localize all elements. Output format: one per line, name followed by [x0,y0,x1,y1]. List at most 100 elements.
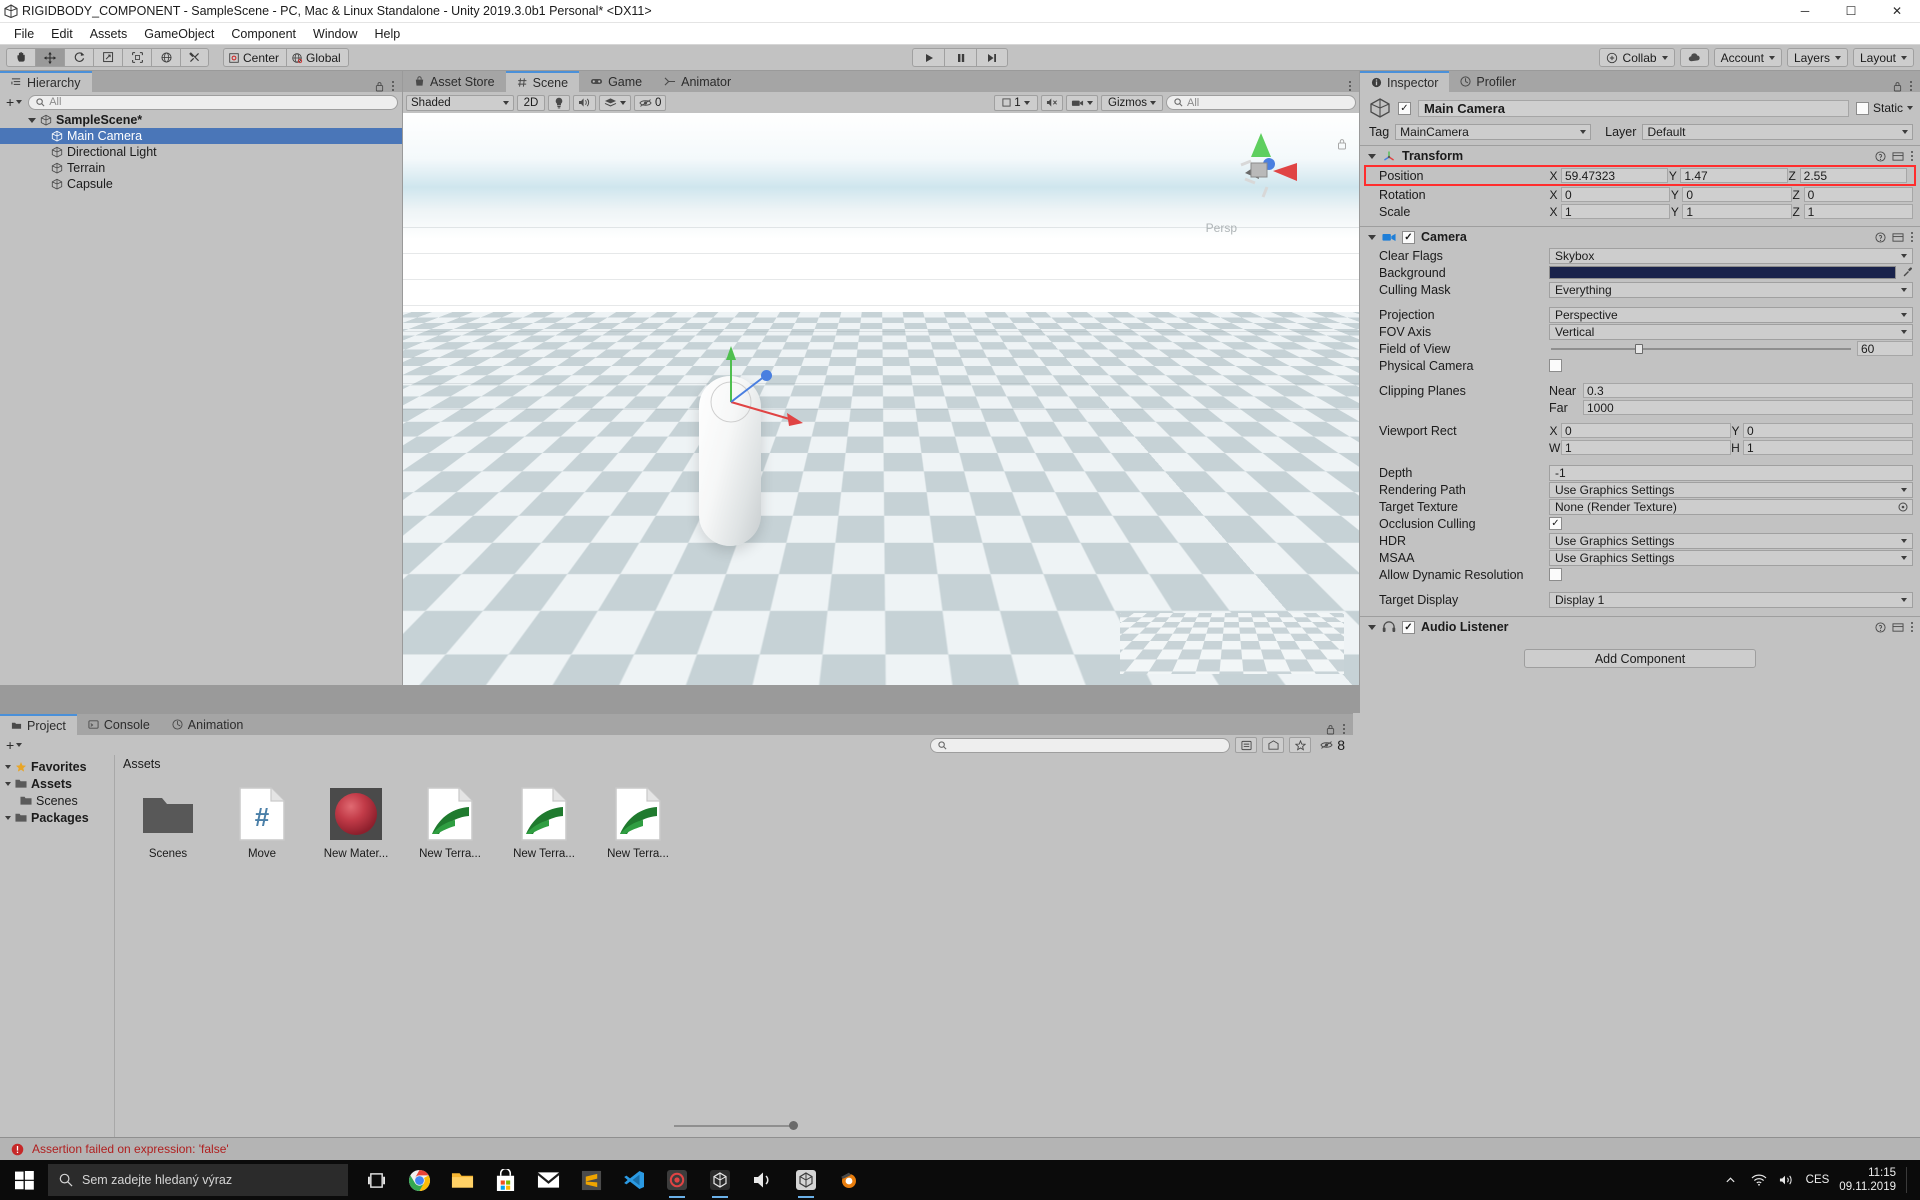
tree-item-scenes[interactable]: Scenes [0,792,114,809]
unity-editor-icon[interactable] [786,1160,826,1200]
network-icon[interactable] [1750,1174,1768,1186]
recorder-icon[interactable] [657,1160,697,1200]
static-toggle[interactable]: Static [1855,101,1913,115]
volume-icon[interactable] [1778,1174,1796,1186]
viewport-h[interactable]: H 1 [1731,440,1913,455]
component-header-transform[interactable]: Transform [1360,145,1920,166]
clipping-near-control[interactable]: Near 0.3 [1549,383,1913,398]
allow-dynamic-resolution-control[interactable] [1549,568,1913,581]
scale-y[interactable]: Y 1 [1670,204,1792,219]
static-caret-icon[interactable] [1907,106,1913,110]
tab-console[interactable]: Console [76,714,161,735]
file-explorer-icon[interactable] [442,1160,482,1200]
audio-app-icon[interactable] [743,1160,783,1200]
viewport-xy[interactable]: X 0 Y 0 [1549,423,1913,438]
pivot-mode-button[interactable]: Center [223,48,287,67]
scene-audio-mute[interactable] [1041,94,1063,111]
allow-dynamic-resolution-checkbox[interactable] [1549,568,1562,581]
object-enabled-checkbox[interactable]: ✓ [1398,101,1411,115]
move-gizmo[interactable] [685,342,825,462]
transform-position-row[interactable]: Position X 59.47323 Y 1.47 Z 2.55 [1364,165,1916,186]
assets-caret-icon[interactable] [5,781,11,786]
asset-item-scenes[interactable]: Scenes [129,785,207,860]
position-x[interactable]: X 59.47323 [1549,168,1669,183]
position-x-input[interactable]: 59.47323 [1561,168,1669,183]
camera-viewport-rect-xy-row[interactable]: Viewport Rect X 0 Y 0 [1360,422,1920,439]
msaa-dropdown[interactable]: Use Graphics Settings [1549,549,1913,566]
status-bar[interactable]: Assertion failed on expression: 'false' [0,1137,1920,1160]
tree-item-assets[interactable]: Assets [0,775,114,792]
menu-assets[interactable]: Assets [82,25,136,43]
unity-hub-icon[interactable] [700,1160,740,1200]
position-z-input[interactable]: 2.55 [1799,168,1907,183]
camera-foldout-icon[interactable] [1368,234,1376,240]
scene-fx-dropdown[interactable] [599,94,631,111]
viewport-w-input[interactable]: 1 [1561,440,1731,455]
rotation-x-input[interactable]: 0 [1561,187,1671,202]
camera-fov-axis-row[interactable]: FOV Axis Vertical [1360,323,1920,340]
camera-field-of-view-row[interactable]: Field of View 60 [1360,340,1920,357]
object-name-input[interactable]: Main Camera [1418,99,1849,117]
play-button[interactable] [912,48,944,67]
transform-rotation-row[interactable]: Rotation X 0 Y 0 Z 0 [1360,186,1920,203]
scene-lighting-toggle[interactable] [548,94,570,111]
hierarchy-item-samplescene[interactable]: SampleScene* [0,112,402,128]
camera-viewport-rect-wh-row[interactable]: W 1 H 1 [1360,439,1920,456]
tree-item-favorites[interactable]: Favorites [0,758,114,775]
rect-tool-button[interactable] [122,48,151,67]
tab-profiler[interactable]: Profiler [1449,71,1528,92]
visual-studio-code-icon[interactable] [614,1160,654,1200]
rotation-y-input[interactable]: 0 [1682,187,1792,202]
transform-tool-button[interactable] [151,48,180,67]
scale-x[interactable]: X 1 [1549,204,1671,219]
clipping-far-input[interactable]: 1000 [1583,400,1913,415]
taskbar-search-input[interactable]: Sem zadejte hledaný výraz [48,1164,348,1196]
favorites-caret-icon[interactable] [5,764,11,769]
layer-dropdown[interactable]: Default [1642,124,1913,140]
audio-listener-foldout-icon[interactable] [1368,624,1376,630]
camera-depth-row[interactable]: Depth -1 [1360,464,1920,481]
blender-icon[interactable] [829,1160,869,1200]
scale-tool-button[interactable] [93,48,122,67]
scene-camera-gizmo[interactable] [1221,131,1301,211]
camera-rendering-path-row[interactable]: Rendering Path Use Graphics Settings [1360,481,1920,498]
close-button[interactable]: ✕ [1874,0,1920,23]
custom-tool-button[interactable] [180,48,209,67]
menu-component[interactable]: Component [223,25,304,43]
fov-axis-dropdown[interactable]: Vertical [1549,323,1913,340]
field-of-view-control[interactable]: 60 [1549,341,1913,356]
static-checkbox[interactable] [1855,101,1869,115]
packages-caret-icon[interactable] [5,815,11,820]
tab-inspector[interactable]: Inspector [1360,71,1450,92]
camera-target-texture-row[interactable]: Target Texture None (Render Texture) [1360,498,1920,515]
camera-clear-flags-row[interactable]: Clear Flags Skybox [1360,247,1920,264]
viewport-y[interactable]: Y 0 [1731,423,1913,438]
scale-z[interactable]: Z 1 [1792,204,1913,219]
scene-viewport[interactable]: Persp Camera Preview [403,113,1359,685]
asset-item-new-terrain-2[interactable]: New Terra... [505,785,583,860]
project-favorite-button[interactable] [1289,737,1312,753]
viewport-h-input[interactable]: 1 [1743,440,1913,455]
clipping-far-control[interactable]: Far 1000 [1549,400,1913,415]
tray-expand-icon[interactable] [1722,1175,1740,1186]
add-component-button[interactable]: Add Component [1524,649,1756,668]
move-tool-button[interactable] [35,48,64,67]
expand-arrow-icon[interactable] [28,117,36,123]
scene-lock-icon[interactable] [1337,137,1347,153]
asset-item-move[interactable]: # Move [223,785,301,860]
position-y-input[interactable]: 1.47 [1680,168,1788,183]
viewport-w[interactable]: W 1 [1549,440,1731,455]
asset-item-new-terrain-3[interactable]: New Terra... [599,785,677,860]
rotation-vector3[interactable]: X 0 Y 0 Z 0 [1549,187,1913,202]
account-button[interactable]: Account [1713,48,1782,67]
mail-icon[interactable] [528,1160,568,1200]
camera-culling-mask-row[interactable]: Culling Mask Everything [1360,281,1920,298]
project-filter-type-button[interactable] [1235,737,1258,753]
viewport-wh[interactable]: W 1 H 1 [1549,440,1913,455]
occlusion-culling-checkbox[interactable]: ✓ [1549,517,1562,530]
sublime-text-icon[interactable] [571,1160,611,1200]
hierarchy-search-input[interactable]: All [28,94,398,110]
gizmos-dropdown[interactable]: Gizmos [1101,94,1163,111]
background-color-control[interactable] [1549,266,1913,279]
camera-physical-camera-row[interactable]: Physical Camera [1360,357,1920,374]
